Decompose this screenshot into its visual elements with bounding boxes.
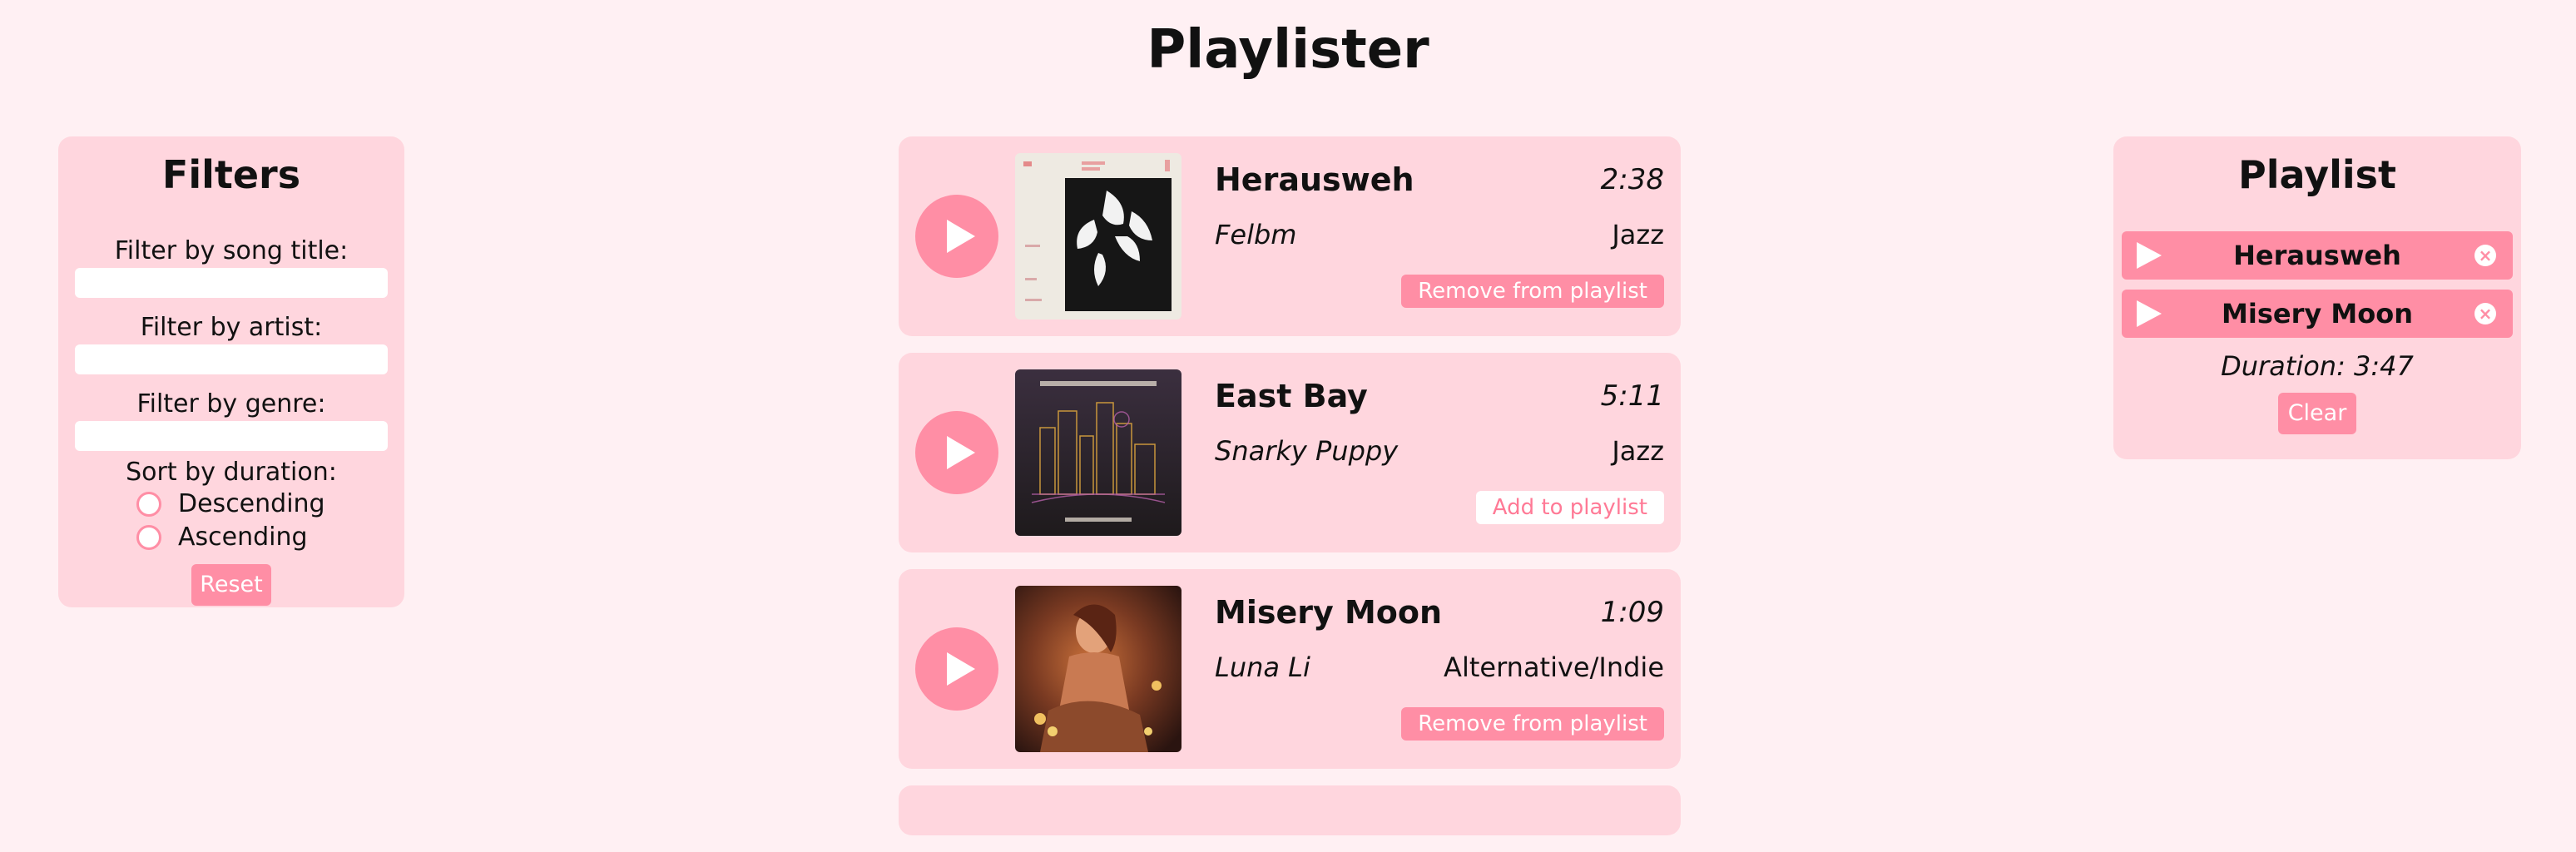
filter-title-label: Filter by song title: [114, 236, 349, 265]
app-title: Playlister [1147, 19, 1429, 81]
filter-genre-label: Filter by genre: [136, 389, 326, 419]
remove-icon[interactable]: × [2474, 303, 2496, 324]
album-cover [1015, 369, 1181, 536]
song-genre: Jazz [1612, 219, 1664, 250]
play-icon[interactable] [915, 411, 998, 494]
album-cover [1015, 586, 1181, 752]
sort-descending-option[interactable]: Descending [136, 488, 404, 521]
playlist-item-title: Misery Moon [2222, 298, 2413, 329]
playlist-item[interactable]: Misery Moon × [2122, 290, 2513, 338]
song-title: East Bay [1215, 378, 1368, 414]
filters-panel: Filters Filter by song title: Filter by … [58, 136, 404, 607]
playlist-item-title: Herausweh [2233, 240, 2401, 271]
song-genre: Alternative/Indie [1444, 651, 1664, 683]
sort-descending-radio[interactable] [136, 492, 161, 517]
filter-artist-label: Filter by artist: [140, 313, 323, 342]
sort-ascending-label: Ascending [178, 523, 308, 552]
filters-heading: Filters [161, 152, 301, 197]
sort-label: Sort by duration: [126, 458, 337, 487]
song-duration: 1:09 [1600, 596, 1664, 629]
filter-title-input[interactable] [75, 268, 388, 298]
sort-ascending-option[interactable]: Ascending [136, 521, 404, 554]
song-card [899, 785, 1681, 835]
song-title: Misery Moon [1215, 594, 1443, 631]
song-title: Herausweh [1215, 161, 1414, 198]
remove-from-playlist-button[interactable]: Remove from playlist [1401, 707, 1664, 741]
sort-ascending-radio[interactable] [136, 525, 161, 550]
filter-artist-input[interactable] [75, 344, 388, 374]
song-card: East Bay 5:11 Snarky Puppy Jazz Add to p… [899, 353, 1681, 552]
reset-button[interactable]: Reset [191, 564, 271, 606]
clear-button[interactable]: Clear [2277, 393, 2357, 434]
playlist-heading: Playlist [2238, 152, 2396, 197]
song-card: Herausweh 2:38 Felbm Jazz Remove from pl… [899, 136, 1681, 336]
play-icon[interactable] [2137, 242, 2162, 269]
playlist-duration: Duration: 3:47 [2221, 350, 2414, 382]
play-icon[interactable] [2137, 300, 2162, 327]
album-cover [1015, 153, 1181, 320]
remove-icon[interactable]: × [2474, 245, 2496, 266]
filter-genre-input[interactable] [75, 421, 388, 451]
playlist-panel: Playlist Herausweh × Misery Moon × Durat… [2113, 136, 2521, 459]
song-list: Herausweh 2:38 Felbm Jazz Remove from pl… [899, 136, 1681, 852]
song-artist: Luna Li [1215, 651, 1310, 683]
song-card: Misery Moon 1:09 Luna Li Alternative/Ind… [899, 569, 1681, 769]
song-duration: 5:11 [1600, 379, 1664, 413]
song-duration: 2:38 [1600, 163, 1664, 196]
song-artist: Snarky Puppy [1215, 435, 1399, 467]
song-genre: Jazz [1612, 435, 1664, 467]
play-icon[interactable] [915, 195, 998, 278]
play-icon[interactable] [915, 627, 998, 711]
add-to-playlist-button[interactable]: Add to playlist [1475, 491, 1664, 524]
song-artist: Felbm [1215, 219, 1297, 250]
playlist-item[interactable]: Herausweh × [2122, 231, 2513, 280]
sort-descending-label: Descending [178, 489, 325, 518]
remove-from-playlist-button[interactable]: Remove from playlist [1401, 275, 1664, 308]
